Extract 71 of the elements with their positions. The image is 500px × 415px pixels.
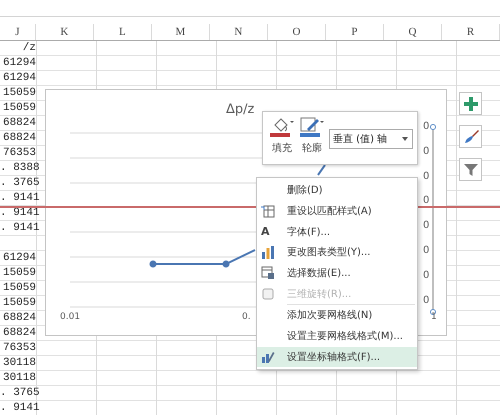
axis-label: 0. [242, 312, 251, 322]
chart-element-dropdown[interactable]: 垂直 (值) 轴 [329, 129, 413, 149]
axis-label: 0 [423, 270, 430, 281]
table-cell: . 3765 [0, 386, 37, 401]
column-header[interactable]: M [152, 24, 210, 40]
format-axis-icon [261, 350, 275, 364]
chart-title: Δp/z [226, 102, 254, 117]
axis-label: 0 [423, 245, 430, 256]
menu-item[interactable]: 设置坐标轴格式(F)... [257, 346, 417, 368]
axis-label: 0.01 [60, 312, 80, 322]
table-cell-text: 15059 [2, 101, 37, 116]
table-cell-text: 61294 [2, 251, 37, 266]
column-header[interactable]: K [36, 24, 94, 40]
menu-item[interactable]: A 字体(F)... [257, 221, 417, 242]
axis-label: 0 [423, 171, 430, 182]
table-cell-text: 68824 [2, 326, 37, 341]
menu-item[interactable]: 删除(D) [257, 180, 417, 201]
axis-label: 1 [431, 312, 437, 322]
chart-filters-button[interactable] [459, 158, 482, 181]
axis-label: 0 [423, 220, 430, 231]
paintbrush-icon [462, 128, 478, 144]
table-cell-text: 68824 [2, 116, 37, 131]
font-icon: A [261, 225, 270, 238]
table-cell-text: 30118 [2, 371, 37, 386]
column-header[interactable]: R [442, 24, 500, 40]
table-cell: . 9141 [0, 191, 37, 206]
outline-pen-icon[interactable] [299, 116, 325, 138]
chart-styles-button[interactable] [459, 125, 482, 148]
bar-chart-icon [261, 245, 275, 260]
add-chart-element-button[interactable] [459, 92, 482, 115]
outline-label: 轮廓 [302, 142, 322, 155]
table-cell: . 9141 [0, 221, 37, 236]
table-cell-text: 76353 [2, 146, 37, 161]
table-cell-text: 30118 [2, 356, 37, 371]
table-cell: . 3765 [0, 176, 37, 191]
table-cell-text: 61294 [2, 71, 37, 86]
fill-bucket-icon[interactable] [269, 116, 295, 138]
fill-label: 填充 [272, 142, 292, 155]
plus-icon [464, 96, 478, 110]
filter-icon [464, 162, 478, 176]
column-header[interactable]: L [94, 24, 152, 40]
column-header[interactable]: J [0, 24, 36, 40]
select-data-icon [261, 266, 275, 280]
table-cell-text: 15059 [2, 296, 37, 311]
axis-label: 0 [423, 146, 430, 157]
axis-label: 0 [423, 121, 430, 132]
table-cell-text: 15059 [2, 86, 37, 101]
menu-item[interactable]: 添加次要网格线(N) [257, 305, 417, 326]
column-header[interactable]: N [210, 24, 268, 40]
table-cell: . 9141 [0, 401, 37, 415]
menu-item[interactable]: 更改图表类型(Y)... [257, 242, 417, 263]
table-cell-text: 61294 [2, 56, 37, 71]
table-cell: . 9141 [0, 206, 37, 221]
table-cell-text: /z [22, 41, 37, 56]
table-cell-text: 15059 [2, 266, 37, 281]
table-cell-text: 68824 [2, 311, 37, 326]
column-header[interactable]: Q [384, 24, 442, 40]
axis-label: 0 [423, 195, 430, 206]
cube-icon [261, 286, 275, 301]
caret-icon [402, 137, 408, 141]
column-header[interactable]: O [268, 24, 326, 40]
reset-style-icon [261, 204, 275, 218]
axis-label: 0 [423, 295, 430, 306]
table-cell-text: 15059 [2, 281, 37, 296]
menu-item[interactable]: 选择数据(E)... [257, 262, 417, 284]
table-cell: . 8388 [0, 161, 37, 176]
table-cell-text: 76353 [2, 341, 37, 356]
column-header[interactable]: P [326, 24, 384, 40]
table-cell-text: 68824 [2, 131, 37, 146]
line-segment [317, 164, 326, 176]
menu-item[interactable]: 重设以匹配样式(A) [257, 200, 417, 222]
